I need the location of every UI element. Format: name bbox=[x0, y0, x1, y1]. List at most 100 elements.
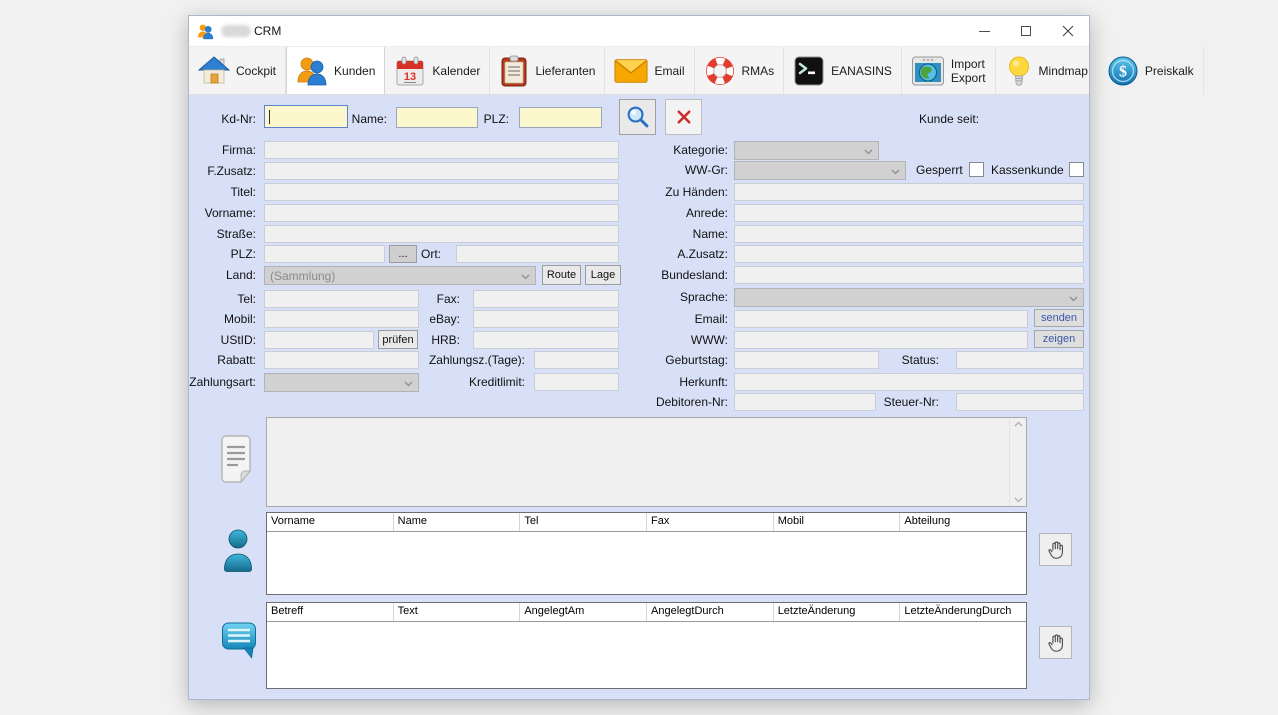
kategorie-select[interactable] bbox=[734, 141, 879, 160]
lage-button[interactable]: Lage bbox=[585, 265, 621, 285]
strasse-input[interactable] bbox=[264, 225, 619, 243]
fax-label: Fax: bbox=[437, 292, 460, 306]
ustid-label: UStID: bbox=[221, 333, 256, 347]
terminal-icon bbox=[793, 55, 825, 87]
name-search-input[interactable] bbox=[396, 107, 478, 128]
chevron-down-icon bbox=[1069, 296, 1078, 302]
titel-input[interactable] bbox=[264, 183, 619, 201]
tab-cockpit[interactable]: Cockpit bbox=[189, 47, 286, 94]
plz-search-input[interactable] bbox=[519, 107, 602, 128]
notes-scrollbar[interactable] bbox=[1009, 418, 1026, 506]
column-header[interactable]: LetzteÄnderung bbox=[774, 603, 901, 621]
pruefen-button[interactable]: prüfen bbox=[378, 330, 418, 349]
debitoren-label: Debitoren-Nr: bbox=[656, 395, 728, 409]
strasse-label: Straße: bbox=[217, 227, 256, 241]
tab-label: Kalender bbox=[432, 64, 480, 78]
debitoren-input[interactable] bbox=[734, 393, 876, 411]
clear-x-icon bbox=[675, 108, 693, 126]
tab-kalender[interactable]: 13 Kalender bbox=[385, 47, 490, 94]
tab-kunden[interactable]: Kunden bbox=[286, 47, 385, 94]
maximize-button[interactable] bbox=[1005, 16, 1047, 46]
mobil-input[interactable] bbox=[264, 310, 419, 328]
kassenkunde-checkbox[interactable] bbox=[1069, 162, 1084, 177]
clear-search-button[interactable] bbox=[665, 99, 702, 135]
column-header[interactable]: AngelegtDurch bbox=[647, 603, 774, 621]
tab-preiskalk[interactable]: $ Preiskalk bbox=[1098, 47, 1204, 94]
rabatt-input[interactable] bbox=[264, 351, 419, 369]
tab-import-export[interactable]: Import Export bbox=[902, 47, 996, 94]
notes-textarea[interactable] bbox=[266, 417, 1027, 507]
tab-rmas[interactable]: RMAs bbox=[695, 47, 785, 94]
globe-icon bbox=[911, 55, 945, 87]
text-caret bbox=[269, 110, 270, 124]
zahlungsart-select[interactable] bbox=[264, 373, 419, 392]
kreditlimit-input[interactable] bbox=[534, 373, 619, 391]
contacts-table-header: Vorname Name Tel Fax Mobil Abteilung bbox=[267, 513, 1026, 532]
minimize-icon bbox=[979, 31, 990, 32]
sprache-select[interactable] bbox=[734, 288, 1084, 307]
zuhaenden-label: Zu Händen: bbox=[665, 185, 728, 199]
minimize-button[interactable] bbox=[963, 16, 1005, 46]
column-header[interactable]: AngelegtAm bbox=[520, 603, 647, 621]
column-header[interactable]: Fax bbox=[647, 513, 774, 531]
column-header[interactable]: LetzteÄnderungDurch bbox=[900, 603, 1026, 621]
bundesland-input[interactable] bbox=[734, 266, 1084, 284]
contacts-drag-button[interactable] bbox=[1039, 533, 1072, 566]
land-select[interactable]: (Sammlung) bbox=[264, 266, 536, 285]
steuer-input[interactable] bbox=[956, 393, 1084, 411]
herkunft-input[interactable] bbox=[734, 373, 1084, 391]
zahlungsz-input[interactable] bbox=[534, 351, 619, 369]
wwgr-select[interactable] bbox=[734, 161, 906, 180]
tab-label: Kunden bbox=[334, 64, 375, 78]
gesperrt-checkbox[interactable] bbox=[969, 162, 984, 177]
fzusatz-input[interactable] bbox=[264, 162, 619, 180]
tab-eanasins[interactable]: EANASINS bbox=[784, 47, 902, 94]
plz-browse-button[interactable]: ... bbox=[389, 245, 417, 263]
ort-label: Ort: bbox=[421, 247, 441, 261]
tab-email[interactable]: Email bbox=[605, 47, 694, 94]
name-input[interactable] bbox=[734, 225, 1084, 243]
clipboard-icon bbox=[499, 55, 529, 87]
entries-table: Betreff Text AngelegtAm AngelegtDurch Le… bbox=[266, 602, 1027, 689]
ort-input[interactable] bbox=[456, 245, 619, 263]
vorname-input[interactable] bbox=[264, 204, 619, 222]
ustid-input[interactable] bbox=[264, 331, 374, 349]
firma-input[interactable] bbox=[264, 141, 619, 159]
zuhaenden-input[interactable] bbox=[734, 183, 1084, 201]
hrb-input[interactable] bbox=[473, 331, 619, 349]
email-input[interactable] bbox=[734, 310, 1028, 328]
column-header[interactable]: Mobil bbox=[774, 513, 901, 531]
tab-lieferanten[interactable]: Lieferanten bbox=[490, 47, 605, 94]
column-header[interactable]: Tel bbox=[520, 513, 647, 531]
tab-label: Cockpit bbox=[236, 64, 276, 78]
geburtstag-label: Geburtstag: bbox=[665, 353, 728, 367]
column-header[interactable]: Name bbox=[394, 513, 521, 531]
kdnr-search-input[interactable] bbox=[264, 105, 348, 128]
anrede-input[interactable] bbox=[734, 204, 1084, 222]
fax-input[interactable] bbox=[473, 290, 619, 308]
tab-mindmap[interactable]: Mindmap bbox=[996, 47, 1098, 94]
plz-input[interactable] bbox=[264, 245, 385, 263]
column-header[interactable]: Text bbox=[394, 603, 521, 621]
column-header[interactable]: Abteilung bbox=[900, 513, 1026, 531]
column-header[interactable]: Vorname bbox=[267, 513, 394, 531]
steuer-label: Steuer-Nr: bbox=[884, 395, 939, 409]
route-button[interactable]: Route bbox=[542, 265, 581, 285]
calendar-icon: 13 bbox=[394, 55, 426, 87]
azusatz-input[interactable] bbox=[734, 245, 1084, 263]
tel-input[interactable] bbox=[264, 290, 419, 308]
kdnr-label: Kd-Nr: bbox=[221, 112, 256, 126]
email-senden-button[interactable]: senden bbox=[1034, 309, 1084, 327]
status-input[interactable] bbox=[956, 351, 1084, 369]
www-zeigen-button[interactable]: zeigen bbox=[1034, 330, 1084, 348]
geburtstag-input[interactable] bbox=[734, 351, 879, 369]
close-button[interactable] bbox=[1047, 16, 1089, 46]
contacts-table-body[interactable] bbox=[267, 532, 1026, 594]
column-header[interactable]: Betreff bbox=[267, 603, 394, 621]
hand-icon bbox=[1045, 539, 1067, 561]
search-button[interactable] bbox=[619, 99, 656, 135]
www-input[interactable] bbox=[734, 331, 1028, 349]
entries-drag-button[interactable] bbox=[1039, 626, 1072, 659]
entries-table-body[interactable] bbox=[267, 622, 1026, 688]
ebay-input[interactable] bbox=[473, 310, 619, 328]
